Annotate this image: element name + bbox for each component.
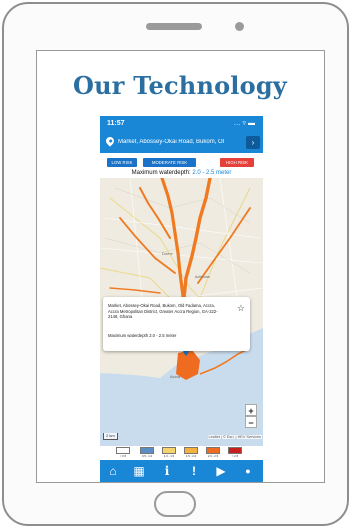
map-icon[interactable]: ▦ [132,464,146,478]
legend-label-2: 1.0 - 1.5 [163,454,175,458]
moderate-risk-button[interactable]: MODERATE RISK [143,158,196,167]
location-pin-icon [104,135,116,147]
map-attribution[interactable]: Leaflet | © Esri, | HEV Services [207,435,262,439]
popup-depth: Maximum waterdepth 2.0 - 2.5 meter [108,333,177,338]
signal-icon: … ▿ ▬ [233,120,255,127]
water-drop-icon[interactable]: ● [241,464,255,478]
map-label-dome: Dome [162,251,173,256]
map-label-achimota: Achimota [195,275,210,279]
tablet-frame: Our Technology 11:57 … ▿ ▬ Market, Aboss… [2,2,349,526]
app-screenshot: 11:57 … ▿ ▬ Market, Abossey-Okai Road, B… [100,116,263,482]
home-icon[interactable]: ⌂ [106,464,120,478]
legend-swatch-5 [228,447,242,454]
zoom-in-button[interactable]: + [245,404,257,416]
status-bar: 11:57 … ▿ ▬ [100,116,263,133]
low-risk-button[interactable]: LOW RISK [107,158,137,167]
bottom-tab-bar: ⌂ ▦ i ! ▶ ● [100,460,263,482]
map-label-accra: Accra [170,374,181,379]
legend-swatch-1 [140,447,154,454]
legend-swatch-4 [206,447,220,454]
legend-label-5: > 2.5 [231,454,239,458]
speaker-grille [146,23,202,30]
legend-label-3: 1.5 - 2.0 [185,454,197,458]
home-button[interactable] [154,491,196,517]
status-time: 11:57 [107,120,125,127]
alert-icon[interactable]: ! [187,464,201,478]
legend-swatch-2 [162,447,176,454]
max-depth-label: Maximum waterdepth: [131,170,191,176]
high-risk-button[interactable]: HIGH RISK [220,158,254,167]
favorite-star-icon[interactable]: ☆ [237,303,245,314]
legend-label-4: 2.0 - 2.5 [207,454,219,458]
info-icon[interactable]: i [160,464,174,478]
legend-label-1: 0.5 - 1.0 [141,454,153,458]
legend-label-0: < 0.5 [119,454,127,458]
zoom-out-button[interactable]: − [245,416,257,428]
location-popup[interactable]: Market, Abossey-Okai Road, Bukom, Old Fa… [103,297,250,351]
play-icon[interactable]: ▶ [214,464,228,478]
max-depth-value: 2.0 - 2.5 meter [192,170,232,176]
popup-address: Market, Abossey-Okai Road, Bukom, Old Fa… [108,303,218,319]
flood-map[interactable]: Dome Achimota Accra Market, Abossey-Okai… [100,178,263,446]
camera-dot [235,22,244,31]
tablet-screen: Our Technology 11:57 … ▿ ▬ Market, Aboss… [36,50,325,483]
legend-swatch-3 [184,447,198,454]
address-bar[interactable]: Market, Abossey-Okai Road, Bukom, Ol › [100,133,263,153]
map-scale-bar: 2 km [103,433,118,440]
depth-legend: < 0.5 0.5 - 1.0 1.0 - 1.5 1.5 - 2.0 2.0 … [100,446,263,460]
address-text: Market, Abossey-Okai Road, Bukom, Ol [118,139,225,145]
address-go-button[interactable]: › [246,136,260,149]
page-title: Our Technology [73,71,287,100]
max-depth-readout: Maximum waterdepth: 2.0 - 2.5 meter [100,170,263,176]
legend-swatch-0 [116,447,130,454]
